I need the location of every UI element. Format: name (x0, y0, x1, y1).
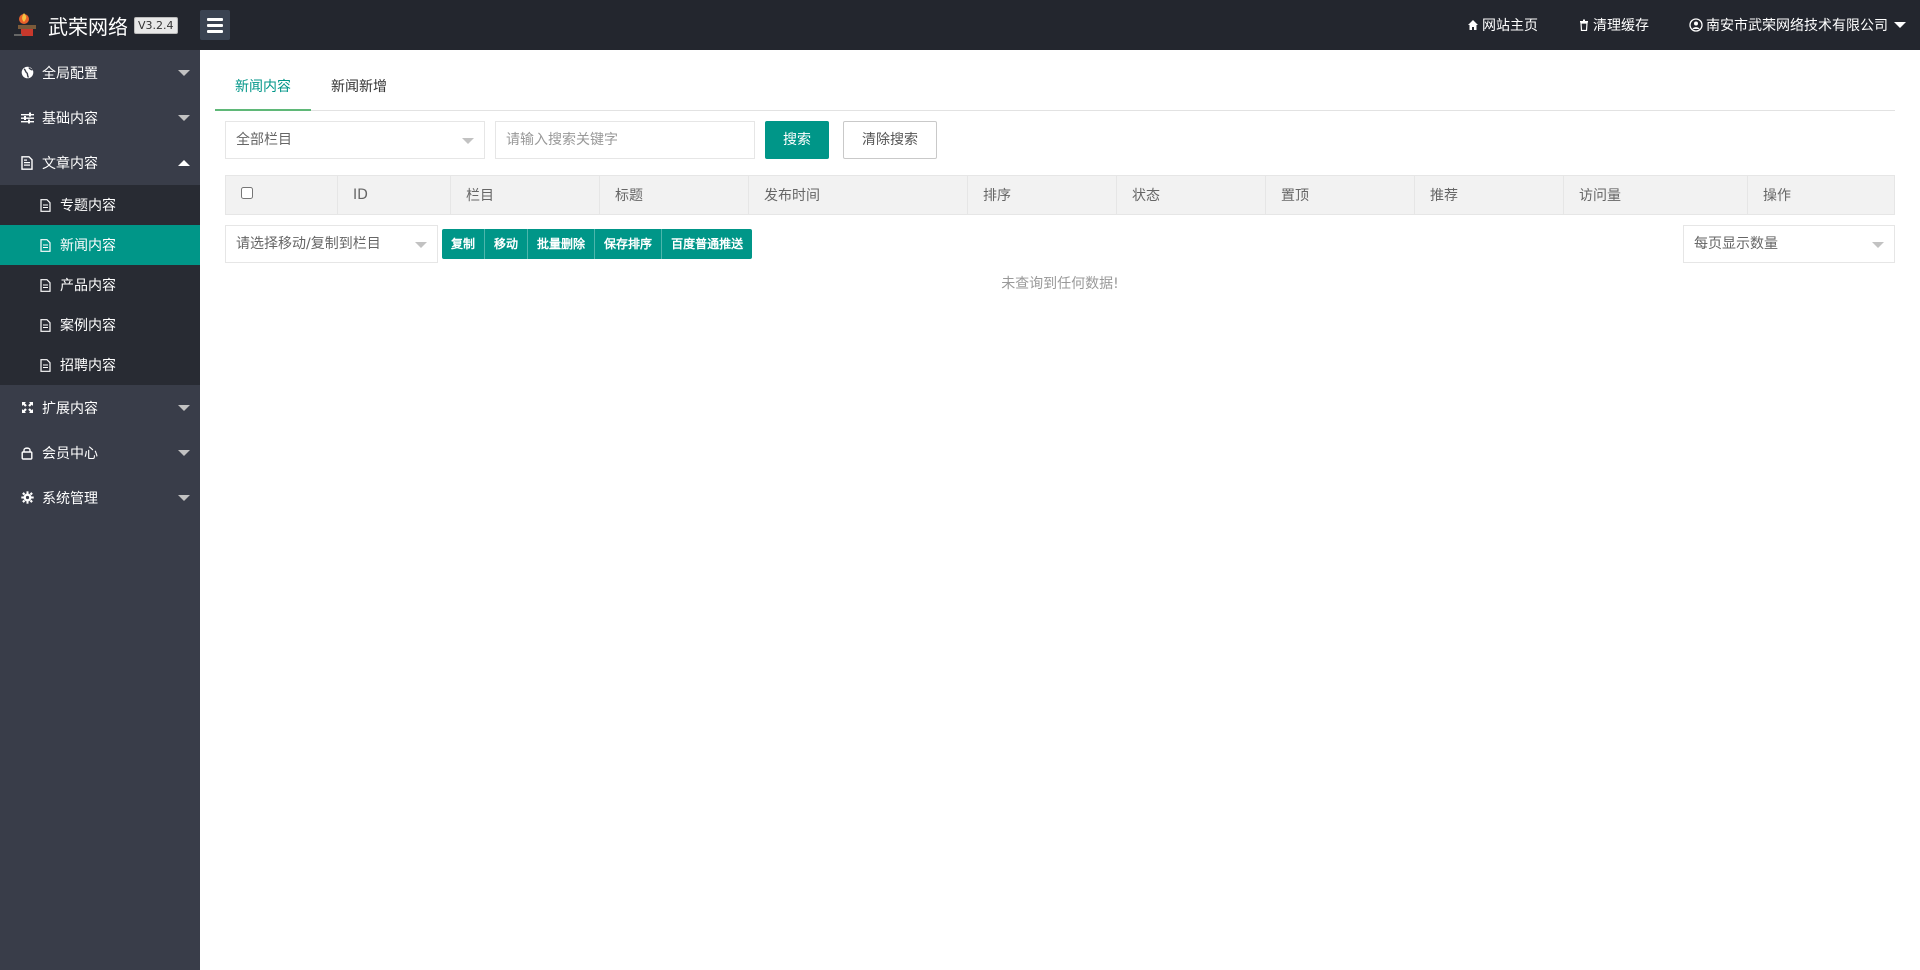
sidebar-subitem-label: 产品内容 (60, 278, 116, 294)
baidu-push-button[interactable]: 百度普通推送 (662, 229, 753, 259)
save-sort-button[interactable]: 保存排序 (595, 229, 663, 259)
column-header-top[interactable]: 置顶 (1265, 175, 1415, 215)
column-header-category[interactable]: 栏目 (450, 175, 600, 215)
lock-icon (20, 446, 34, 460)
sidebar-item-article-content[interactable]: 文章内容 (0, 140, 200, 185)
column-header-recommend[interactable]: 推荐 (1414, 175, 1564, 215)
sidebar-subitem-recruit[interactable]: 招聘内容 (0, 345, 200, 385)
clear-search-button[interactable]: 清除搜索 (843, 121, 937, 159)
file-icon (20, 155, 34, 170)
column-header-operation[interactable]: 操作 (1747, 175, 1895, 215)
select-all-checkbox[interactable] (241, 187, 253, 199)
column-header-id[interactable]: ID (337, 175, 451, 215)
globe-icon (20, 66, 34, 80)
sidebar-subitem-product[interactable]: 产品内容 (0, 265, 200, 305)
hamburger-icon (207, 17, 223, 21)
chevron-up-icon (178, 159, 190, 166)
user-circle-icon (1689, 18, 1703, 32)
file-icon (40, 278, 52, 292)
file-icon (40, 198, 52, 212)
top-header: 武荣网络 V3.2.4 网站主页 清理缓存 南安市武荣网络技术有限公司 (0, 0, 1920, 50)
chevron-down-icon (178, 494, 190, 501)
logo[interactable]: 武荣网络 V3.2.4 (12, 0, 178, 50)
home-link[interactable]: 网站主页 (1447, 15, 1558, 35)
news-table: ID 栏目 标题 发布时间 排序 状态 置顶 推荐 访问量 操作 (225, 175, 1895, 215)
sidebar-subitem-label: 新闻内容 (60, 238, 116, 254)
sliders-icon (20, 111, 34, 125)
sidebar-submenu-article: 专题内容 新闻内容 产品内容 案例内容 招聘内容 (0, 185, 200, 385)
main-content: 新闻内容 新闻新增 全部栏目 请输入搜索关键字 搜索 清除搜索 ID 栏目 标题… (200, 50, 1920, 970)
file-icon (40, 318, 52, 332)
tab-news-content[interactable]: 新闻内容 (215, 65, 311, 111)
search-bar: 全部栏目 请输入搜索关键字 搜索 清除搜索 (215, 121, 1895, 159)
file-icon (40, 358, 52, 372)
batch-button-group: 复制 移动 批量删除 保存排序 百度普通推送 (442, 229, 753, 259)
clear-cache-label: 清理缓存 (1593, 18, 1649, 34)
file-icon (40, 238, 52, 252)
move-button[interactable]: 移动 (485, 229, 529, 259)
chevron-down-icon (462, 138, 474, 144)
sidebar-item-extended-content[interactable]: 扩展内容 (0, 385, 200, 430)
sidebar-subitem-news[interactable]: 新闻内容 (0, 225, 200, 265)
empty-state-message: 未查询到任何数据! (1001, 276, 1119, 292)
move-copy-select-placeholder: 请选择移动/复制到栏目 (236, 236, 381, 252)
logo-icon (12, 10, 42, 40)
chevron-down-icon (415, 242, 427, 248)
chevron-down-icon (178, 404, 190, 411)
column-header-visits[interactable]: 访问量 (1563, 175, 1748, 215)
sidebar-item-system-management[interactable]: 系统管理 (0, 475, 200, 520)
version-badge: V3.2.4 (134, 16, 178, 34)
batch-action-bar: 请选择移动/复制到栏目 复制 移动 批量删除 保存排序 百度普通推送 每页显示数… (225, 225, 1895, 263)
sidebar-item-label: 会员中心 (42, 445, 98, 462)
sidebar-item-label: 文章内容 (42, 155, 98, 172)
chevron-down-icon (178, 449, 190, 456)
move-copy-category-select[interactable]: 请选择移动/复制到栏目 (225, 225, 438, 263)
home-icon (1468, 20, 1478, 30)
expand-icon (20, 401, 34, 415)
sidebar-item-label: 基础内容 (42, 110, 98, 127)
sidebar: 全局配置 基础内容 文章内容 专题内容 新闻内容 产品内容 案例内容 招聘内容 … (0, 50, 200, 970)
page-size-select[interactable]: 每页显示数量 (1683, 225, 1895, 263)
sidebar-item-label: 全局配置 (42, 65, 98, 82)
sidebar-subitem-label: 专题内容 (60, 198, 116, 214)
column-header-sort[interactable]: 排序 (967, 175, 1117, 215)
copy-button[interactable]: 复制 (442, 229, 486, 259)
page-size-placeholder: 每页显示数量 (1694, 236, 1778, 252)
brand-name: 武荣网络 (48, 14, 128, 39)
sidebar-item-label: 系统管理 (42, 490, 98, 507)
table-header-row: ID 栏目 标题 发布时间 排序 状态 置顶 推荐 访问量 操作 (225, 175, 1895, 215)
keyword-search-input[interactable]: 请输入搜索关键字 (495, 121, 755, 159)
chevron-down-icon (178, 69, 190, 76)
column-header-title[interactable]: 标题 (599, 175, 749, 215)
column-header-status[interactable]: 状态 (1116, 175, 1266, 215)
category-select[interactable]: 全部栏目 (225, 121, 485, 159)
select-all-header (225, 175, 338, 215)
category-select-value: 全部栏目 (236, 132, 292, 148)
home-link-label: 网站主页 (1482, 18, 1538, 34)
sidebar-subitem-label: 案例内容 (60, 318, 116, 334)
sidebar-item-label: 扩展内容 (42, 400, 98, 417)
sidebar-item-global-config[interactable]: 全局配置 (0, 50, 200, 95)
sidebar-item-member-center[interactable]: 会员中心 (0, 430, 200, 475)
search-button[interactable]: 搜索 (765, 121, 829, 159)
sidebar-subitem-topic[interactable]: 专题内容 (0, 185, 200, 225)
batch-delete-button[interactable]: 批量删除 (528, 229, 596, 259)
user-name: 南安市武荣网络技术有限公司 (1706, 18, 1888, 34)
menu-toggle-button[interactable] (200, 10, 230, 40)
tab-news-add[interactable]: 新闻新增 (311, 65, 407, 110)
trash-icon (1580, 19, 1588, 31)
header-links: 网站主页 清理缓存 南安市武荣网络技术有限公司 (1447, 0, 1920, 50)
chevron-down-icon (178, 114, 190, 121)
chevron-down-icon (1872, 242, 1884, 248)
sidebar-item-basic-content[interactable]: 基础内容 (0, 95, 200, 140)
tab-bar: 新闻内容 新闻新增 (215, 65, 1895, 111)
user-menu[interactable]: 南安市武荣网络技术有限公司 (1669, 15, 1920, 35)
column-header-publish-time[interactable]: 发布时间 (748, 175, 968, 215)
sidebar-subitem-label: 招聘内容 (60, 358, 116, 374)
gear-icon (20, 491, 34, 505)
chevron-down-icon (1894, 22, 1906, 28)
clear-cache-link[interactable]: 清理缓存 (1558, 15, 1669, 35)
sidebar-subitem-case[interactable]: 案例内容 (0, 305, 200, 345)
